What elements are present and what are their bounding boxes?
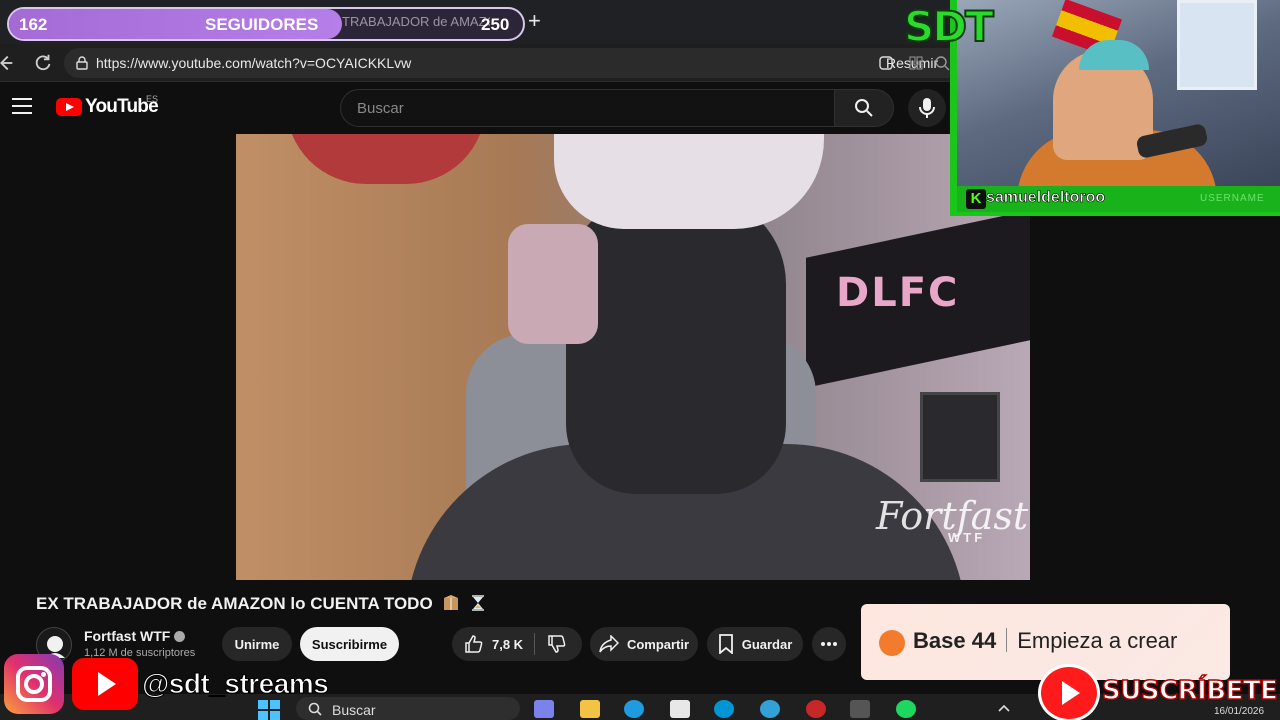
taskbar-search[interactable]: Buscar (296, 697, 520, 720)
follower-goal: 250 (481, 15, 510, 34)
save-button[interactable]: Guardar (707, 627, 803, 661)
channel-name-text[interactable]: Fortfast WTF (84, 628, 170, 644)
site-info-icon[interactable] (74, 55, 90, 71)
share-label: Compartir (626, 636, 690, 652)
thumbs-down-icon (548, 635, 566, 653)
spotify-icon[interactable] (896, 700, 916, 718)
reload-icon[interactable] (32, 52, 54, 74)
microphone-icon (919, 98, 935, 118)
search-icon (855, 99, 873, 117)
video-frame-headphones (508, 224, 598, 344)
subscribe-button[interactable]: Suscribirme (300, 627, 399, 661)
instagram-icon[interactable] (4, 654, 64, 714)
subscribe-call-to-action: SUSCRÍBETE (1038, 664, 1279, 720)
app-icon[interactable] (806, 700, 826, 718)
video-frame-picture (920, 392, 1000, 482)
video-title-text: EX TRABAJADOR de AMAZON lo CUENTA TODO (36, 594, 433, 613)
youtube-social-icon[interactable] (72, 658, 138, 710)
youtube-play-glyph-icon (98, 672, 116, 696)
webcam-feed (957, 0, 1280, 190)
subscribe-cta-play-icon (1038, 664, 1100, 720)
extensions-icon[interactable] (908, 55, 924, 71)
share-icon (599, 635, 619, 653)
url-text[interactable]: https://www.youtube.com/watch?v=OCYAICKK… (96, 55, 411, 71)
verified-badge-icon (174, 631, 186, 642)
camera-app-icon[interactable] (850, 700, 870, 718)
bookmark-icon (718, 634, 733, 654)
subscribe-cta-triangle-icon (1062, 681, 1080, 705)
ad-text: Base 44 Empieza a crear (913, 628, 1177, 654)
video-player[interactable]: DLFC Fortfast WTF (236, 134, 1030, 580)
voice-search-button[interactable] (908, 89, 946, 127)
join-button[interactable]: Unirme (222, 627, 292, 661)
country-code: ES (146, 94, 159, 104)
hp-icon[interactable] (714, 700, 734, 718)
follower-label: SEGUIDORES (205, 15, 319, 34)
sdt-logo: SDT (903, 1, 995, 52)
url-field[interactable]: https://www.youtube.com/watch?v=OCYAICKK… (64, 48, 964, 78)
edge-icon[interactable] (624, 700, 644, 718)
system-tray-chevron-icon[interactable] (998, 704, 1010, 712)
search-input[interactable]: Buscar (340, 89, 836, 127)
search-placeholder: Buscar (357, 100, 404, 117)
like-dislike-group: 7,8 K (452, 627, 582, 661)
webcam-window (1177, 0, 1257, 90)
copilot-icon[interactable] (878, 55, 894, 71)
search-button[interactable] (834, 89, 894, 127)
store-icon[interactable] (670, 700, 690, 718)
like-count: 7,8 K (492, 636, 524, 652)
find-icon[interactable] (934, 55, 950, 71)
more-horizontal-icon (821, 642, 837, 646)
teams-icon[interactable] (534, 700, 554, 718)
taskbar-search-icon (308, 702, 322, 716)
subscribe-cta-text: SUSCRÍBETE (1101, 675, 1278, 706)
webcam-username: samueldeltoroo (986, 189, 1106, 207)
thumbs-up-icon (465, 635, 483, 653)
video-frame-poster-text: DLFC (836, 270, 960, 316)
package-icon (444, 595, 459, 610)
dislike-button[interactable] (535, 627, 575, 661)
video-frame-masked-head (566, 194, 786, 494)
back-arrow-icon[interactable] (0, 52, 16, 74)
windows-start-icon[interactable] (258, 700, 280, 720)
ad-separator (1006, 628, 1008, 652)
more-actions-button[interactable] (812, 627, 846, 661)
follower-goal-bar: 162 SEGUIDORES 250 (7, 7, 525, 41)
instagram-glyph-icon (16, 666, 52, 702)
video-title: EX TRABAJADOR de AMAZON lo CUENTA TODO (36, 594, 486, 614)
new-tab-button[interactable]: + (528, 8, 541, 34)
follower-current: 162 (19, 15, 48, 34)
share-button[interactable]: Compartir (590, 627, 698, 661)
kick-logo-icon: K (966, 189, 986, 209)
social-handle: @sdt_streams (141, 668, 329, 700)
channel-name[interactable]: Fortfast WTF (84, 628, 186, 644)
file-explorer-icon[interactable] (580, 700, 600, 718)
menu-icon[interactable] (12, 98, 32, 114)
ad-tagline: Empieza a crear (1017, 628, 1178, 653)
youtube-play-icon (56, 98, 82, 116)
base44-logo-icon (879, 630, 905, 656)
youtube-logo[interactable]: YouTube (56, 96, 159, 118)
like-button[interactable]: 7,8 K (452, 627, 534, 661)
ad-brand: Base 44 (913, 628, 997, 653)
save-label: Guardar (741, 636, 793, 652)
video-watermark-sub: WTF (948, 530, 986, 545)
taskbar-search-text: Buscar (332, 702, 376, 718)
webcam-username-label: USERNAME (1200, 193, 1265, 204)
hourglass-icon (472, 595, 485, 611)
browser-app-icon[interactable] (760, 700, 780, 718)
